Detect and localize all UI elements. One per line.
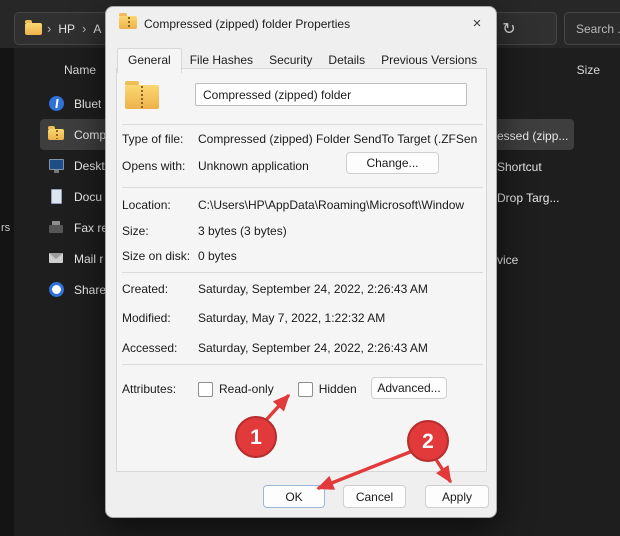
ok-button[interactable]: OK [263, 485, 325, 508]
location-label: Location: [122, 198, 198, 212]
close-icon[interactable]: × [464, 12, 490, 35]
hidden-label: Hidden [319, 382, 357, 396]
modified-value: Saturday, May 7, 2022, 1:22:32 AM [198, 311, 480, 325]
divider [122, 187, 483, 188]
created-value: Saturday, September 24, 2022, 2:26:43 AM [198, 282, 480, 296]
zipped-folder-icon-large [125, 85, 159, 109]
search-placeholder: Search ... [576, 22, 620, 36]
nav-pane-edge: rs [0, 48, 14, 536]
general-tab-page: Type of file: Compressed (zipped) Folder… [116, 68, 487, 472]
zipped-folder-icon [48, 126, 65, 143]
size-on-disk-value: 0 bytes [198, 249, 480, 263]
size-label: Size: [122, 224, 198, 238]
bluetooth-icon [48, 95, 65, 112]
fax-icon [48, 219, 65, 236]
tab-details[interactable]: Details [320, 50, 373, 72]
advanced-button[interactable]: Advanced... [371, 377, 447, 399]
created-label: Created: [122, 282, 198, 296]
apply-button[interactable]: Apply [425, 485, 489, 508]
zipped-folder-icon [119, 16, 137, 29]
attributes-label: Attributes: [122, 382, 198, 396]
file-row-label: Bluet [74, 97, 101, 111]
read-only-label: Read-only [219, 382, 274, 396]
tab-file-hashes[interactable]: File Hashes [182, 50, 261, 72]
column-header-size[interactable]: Size [577, 63, 600, 77]
type-of-file-value: Compressed (zipped) Folder SendTo Target… [198, 132, 480, 146]
type-of-file-label: Type of file: [122, 132, 198, 146]
hidden-checkbox[interactable] [298, 382, 313, 397]
refresh-button[interactable]: ↻ [496, 16, 522, 42]
search-box[interactable]: Search ... [564, 12, 620, 45]
tab-security[interactable]: Security [261, 50, 320, 72]
read-only-checkbox[interactable] [198, 382, 213, 397]
desktop-icon [48, 157, 65, 174]
size-on-disk-label: Size on disk: [122, 249, 198, 263]
row-text-fragment: Shortcut [497, 160, 542, 174]
breadcrumb-item-hp[interactable]: HP [52, 22, 81, 36]
screen: › HP › A ↻ Search ... Name Size Bluet Co… [0, 0, 620, 536]
dialog-title: Compressed (zipped) folder Properties [144, 17, 350, 31]
size-value: 3 bytes (3 bytes) [198, 224, 480, 238]
row-text-fragment: essed (zipp... [497, 129, 568, 143]
divider [122, 364, 483, 365]
tab-strip: General File Hashes Security Details Pre… [117, 48, 485, 72]
properties-dialog: Compressed (zipped) folder Properties × … [105, 6, 497, 518]
row-text-fragment: Drop Targ... [497, 191, 559, 205]
accessed-label: Accessed: [122, 341, 198, 355]
file-row-label: Mail r [74, 252, 103, 266]
file-row-label: Docu [74, 190, 102, 204]
accessed-value: Saturday, September 24, 2022, 2:26:43 AM [198, 341, 480, 355]
divider [122, 272, 483, 273]
location-value: C:\Users\HP\AppData\Roaming\Microsoft\Wi… [198, 198, 480, 212]
file-name-input[interactable] [195, 83, 467, 106]
divider [122, 124, 483, 125]
file-row-label: Deskt [74, 159, 105, 173]
tab-previous-versions[interactable]: Previous Versions [373, 50, 485, 72]
folder-icon [25, 23, 42, 35]
file-row-label: Comp [74, 128, 106, 142]
sharex-icon [48, 281, 65, 298]
tab-general[interactable]: General [117, 48, 182, 73]
modified-label: Modified: [122, 311, 198, 325]
nav-pane-fragment: rs [1, 222, 10, 234]
document-icon [48, 188, 65, 205]
opens-with-label: Opens with: [122, 159, 198, 173]
file-row-label: Fax re [74, 221, 108, 235]
mail-icon [48, 250, 65, 267]
change-button[interactable]: Change... [346, 152, 439, 174]
column-header-name[interactable]: Name [64, 63, 96, 77]
cancel-button[interactable]: Cancel [343, 485, 406, 508]
row-text-fragment: vice [497, 253, 518, 267]
